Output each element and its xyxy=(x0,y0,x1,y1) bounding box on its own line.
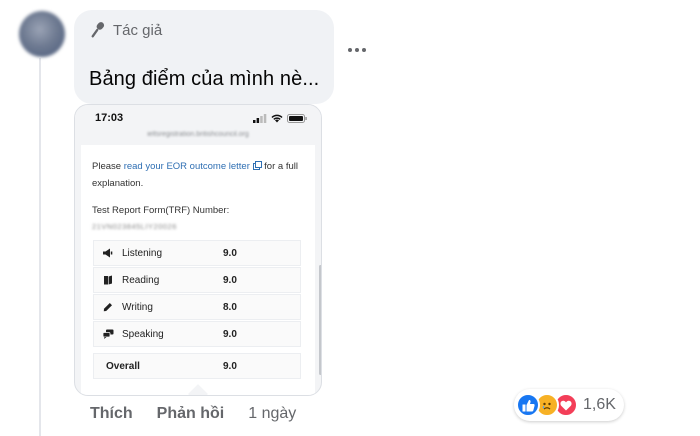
dot-icon xyxy=(362,48,366,52)
like-button[interactable]: Thích xyxy=(90,405,133,423)
status-time: 17:03 xyxy=(95,112,124,124)
like-reaction-icon xyxy=(516,393,540,417)
comment-actions: Thích Phản hồi 1 ngày xyxy=(90,405,296,423)
comment-text: Bảng điểm của mình nè... xyxy=(89,68,320,90)
wifi-icon xyxy=(271,114,283,122)
book-icon xyxy=(94,275,122,285)
attached-screenshot[interactable]: 17:03 ieltsregistration.britishcouncil.o… xyxy=(74,104,322,396)
overall-score: 9.0 xyxy=(223,360,237,372)
avatar[interactable] xyxy=(19,11,65,57)
intro-paragraph: Please read your EOR outcome letter for … xyxy=(92,161,298,189)
author-badge-label: Tác giả xyxy=(113,21,163,39)
score-row-writing: Writing 8.0 xyxy=(93,294,301,320)
scrollbar xyxy=(319,265,321,375)
speaker-icon xyxy=(94,248,122,258)
speech-bubble-icon xyxy=(94,329,122,339)
comment-bubble: Tác giả Bảng điểm của mình nè... xyxy=(74,10,334,104)
microphone-icon xyxy=(91,22,105,38)
comment-timestamp[interactable]: 1 ngày xyxy=(248,405,296,423)
overall-score-row: Overall 9.0 xyxy=(93,353,301,379)
pencil-icon xyxy=(94,302,122,312)
score-table: Listening 9.0 Reading 9.0 Writing 8.0 Sp… xyxy=(93,240,301,348)
reaction-count: 1,6K xyxy=(583,396,616,413)
phone-status-bar: 17:03 xyxy=(75,105,321,131)
dot-icon xyxy=(355,48,359,52)
external-link-icon xyxy=(252,161,262,170)
signal-icon xyxy=(253,113,267,123)
dot-icon xyxy=(348,48,352,52)
eor-letter-link[interactable]: read your EOR outcome letter xyxy=(124,161,250,172)
author-badge: Tác giả xyxy=(90,21,162,39)
reply-button[interactable]: Phản hồi xyxy=(157,405,225,423)
result-sheet: Please read your EOR outcome letter for … xyxy=(81,145,315,395)
more-options-button[interactable] xyxy=(348,48,366,52)
overall-label: Overall xyxy=(106,360,140,372)
battery-icon xyxy=(287,113,307,123)
score-row-reading: Reading 9.0 xyxy=(93,267,301,293)
trf-number: 21VN023845LIY20026 xyxy=(92,222,177,231)
reactions-summary[interactable]: 1,6K xyxy=(514,389,624,421)
score-row-speaking: Speaking 9.0 xyxy=(93,321,301,347)
thread-line xyxy=(39,58,41,436)
score-row-listening: Listening 9.0 xyxy=(93,240,301,266)
trf-label: Test Report Form(TRF) Number: xyxy=(92,205,230,216)
url-bar: ieltsregistration.britishcouncil.org xyxy=(147,131,249,138)
